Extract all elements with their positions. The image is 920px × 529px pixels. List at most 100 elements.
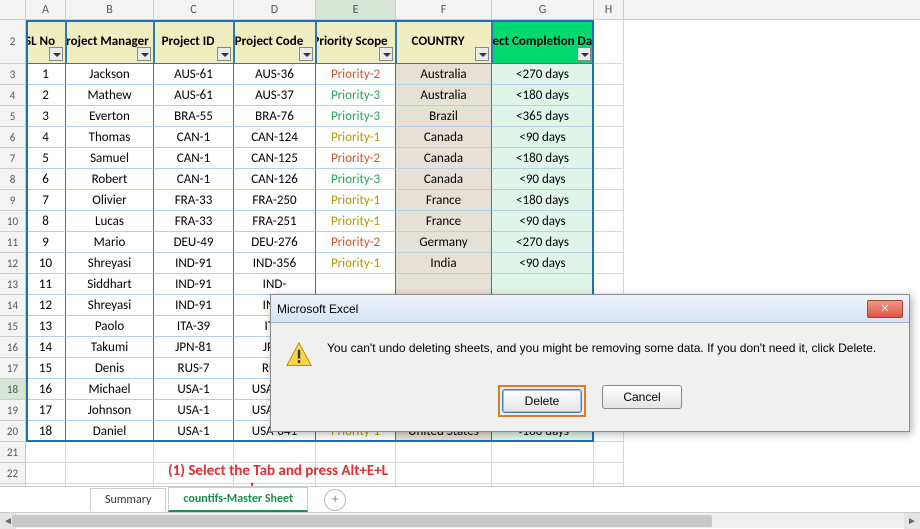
empty-cell[interactable] — [594, 463, 624, 484]
row-number[interactable]: 14 — [0, 295, 26, 316]
delete-button[interactable]: Delete — [502, 389, 582, 413]
row-number[interactable]: 21 — [0, 442, 26, 463]
row-number[interactable]: 5 — [0, 106, 26, 127]
row-number[interactable]: 15 — [0, 316, 26, 337]
cell[interactable]: BRA-76 — [234, 106, 316, 127]
cell[interactable]: Johnson — [66, 400, 154, 421]
cell[interactable]: FRA-251 — [234, 211, 316, 232]
header-priority-scope[interactable]: ↓Priority Scope — [316, 20, 396, 64]
horizontal-scrollbar[interactable]: ◄ ► — [0, 512, 920, 528]
select-all-corner[interactable] — [0, 0, 26, 19]
cell[interactable]: FRA-250 — [234, 190, 316, 211]
cell[interactable]: <90 days — [492, 211, 594, 232]
cell[interactable]: Australia — [396, 85, 492, 106]
cell[interactable]: USA-1 — [154, 400, 234, 421]
cell[interactable]: India — [396, 253, 492, 274]
cell[interactable]: Priority-1 — [316, 253, 396, 274]
cell[interactable]: Samuel — [66, 148, 154, 169]
column-header-A[interactable]: A — [26, 0, 66, 19]
header-sl-no[interactable]: SL No — [26, 20, 66, 64]
column-header-F[interactable]: F — [396, 0, 492, 19]
empty-cell[interactable] — [154, 442, 234, 463]
cell[interactable]: USA-1 — [154, 379, 234, 400]
cell[interactable]: 3 — [26, 106, 66, 127]
column-header-H[interactable]: H — [594, 0, 624, 19]
cell[interactable]: Paolo — [66, 316, 154, 337]
empty-cell[interactable] — [594, 442, 624, 463]
cell[interactable]: Priority-1 — [316, 211, 396, 232]
cell[interactable]: JPN-81 — [154, 337, 234, 358]
cell[interactable]: Priority-1 — [316, 127, 396, 148]
cell[interactable]: CAN-1 — [154, 169, 234, 190]
cell[interactable]: Michael — [66, 379, 154, 400]
empty-cell[interactable] — [594, 148, 624, 169]
header-project-id[interactable]: Project ID — [154, 20, 234, 64]
cell[interactable]: <180 days — [492, 148, 594, 169]
cell[interactable]: 13 — [26, 316, 66, 337]
column-header-E[interactable]: E — [316, 0, 396, 19]
cell[interactable]: Everton — [66, 106, 154, 127]
cell[interactable]: RUS-7 — [154, 358, 234, 379]
cell[interactable]: <90 days — [492, 169, 594, 190]
filter-icon[interactable] — [137, 47, 151, 61]
cell[interactable]: USA-1 — [154, 421, 234, 442]
empty-cell[interactable] — [594, 274, 624, 295]
cell[interactable]: <365 days — [492, 106, 594, 127]
cell[interactable]: BRA-55 — [154, 106, 234, 127]
sheet-tab-summary[interactable]: Summary — [90, 488, 166, 511]
cell[interactable]: 5 — [26, 148, 66, 169]
column-header-C[interactable]: C — [154, 0, 234, 19]
cell[interactable]: DEU-49 — [154, 232, 234, 253]
empty-cell[interactable] — [66, 442, 154, 463]
cell[interactable]: Jackson — [66, 64, 154, 85]
cell[interactable]: <180 days — [492, 190, 594, 211]
cell[interactable]: Daniel — [66, 421, 154, 442]
cell[interactable]: AUS-61 — [154, 85, 234, 106]
empty-cell[interactable] — [594, 211, 624, 232]
filter-icon[interactable] — [49, 47, 63, 61]
column-header-B[interactable]: B — [66, 0, 154, 19]
cell[interactable]: IND-91 — [154, 295, 234, 316]
empty-cell[interactable] — [594, 190, 624, 211]
cell[interactable]: FRA-33 — [154, 211, 234, 232]
row-number[interactable]: 18 — [0, 379, 26, 400]
cell[interactable]: Priority-3 — [316, 169, 396, 190]
empty-cell[interactable] — [594, 253, 624, 274]
empty-cell[interactable] — [234, 442, 316, 463]
empty-cell[interactable] — [66, 463, 154, 484]
cell[interactable]: Denis — [66, 358, 154, 379]
filter-icon[interactable] — [379, 47, 393, 61]
cell[interactable] — [396, 274, 492, 295]
cell[interactable]: France — [396, 190, 492, 211]
cancel-button[interactable]: Cancel — [602, 385, 682, 409]
cell[interactable]: CAN-126 — [234, 169, 316, 190]
cell[interactable]: Canada — [396, 127, 492, 148]
empty-cell[interactable] — [594, 127, 624, 148]
cell[interactable]: 9 — [26, 232, 66, 253]
cell[interactable]: IND- — [234, 274, 316, 295]
row-number[interactable]: 9 — [0, 190, 26, 211]
empty-cell[interactable] — [594, 232, 624, 253]
cell[interactable]: 10 — [26, 253, 66, 274]
cell[interactable]: 7 — [26, 190, 66, 211]
cell[interactable]: <90 days — [492, 127, 594, 148]
empty-cell[interactable] — [26, 463, 66, 484]
cell[interactable]: FRA-33 — [154, 190, 234, 211]
scrollbar-thumb[interactable] — [12, 515, 712, 527]
cell[interactable]: Germany — [396, 232, 492, 253]
cell[interactable]: 1 — [26, 64, 66, 85]
row-number[interactable]: 19 — [0, 400, 26, 421]
cell[interactable]: <180 days — [492, 85, 594, 106]
add-sheet-button[interactable]: + — [324, 489, 346, 511]
row-number[interactable]: 17 — [0, 358, 26, 379]
row-number[interactable]: 13 — [0, 274, 26, 295]
cell[interactable]: Priority-2 — [316, 148, 396, 169]
scroll-right-arrow-icon[interactable]: ► — [904, 513, 920, 529]
cell[interactable]: Priority-2 — [316, 232, 396, 253]
dialog-titlebar[interactable]: Microsoft Excel ✕ — [271, 295, 909, 323]
empty-cell[interactable] — [594, 64, 624, 85]
cell[interactable]: Priority-1 — [316, 190, 396, 211]
cell[interactable]: France — [396, 211, 492, 232]
row-number[interactable]: 8 — [0, 169, 26, 190]
header-project-code[interactable]: Project Code — [234, 20, 316, 64]
